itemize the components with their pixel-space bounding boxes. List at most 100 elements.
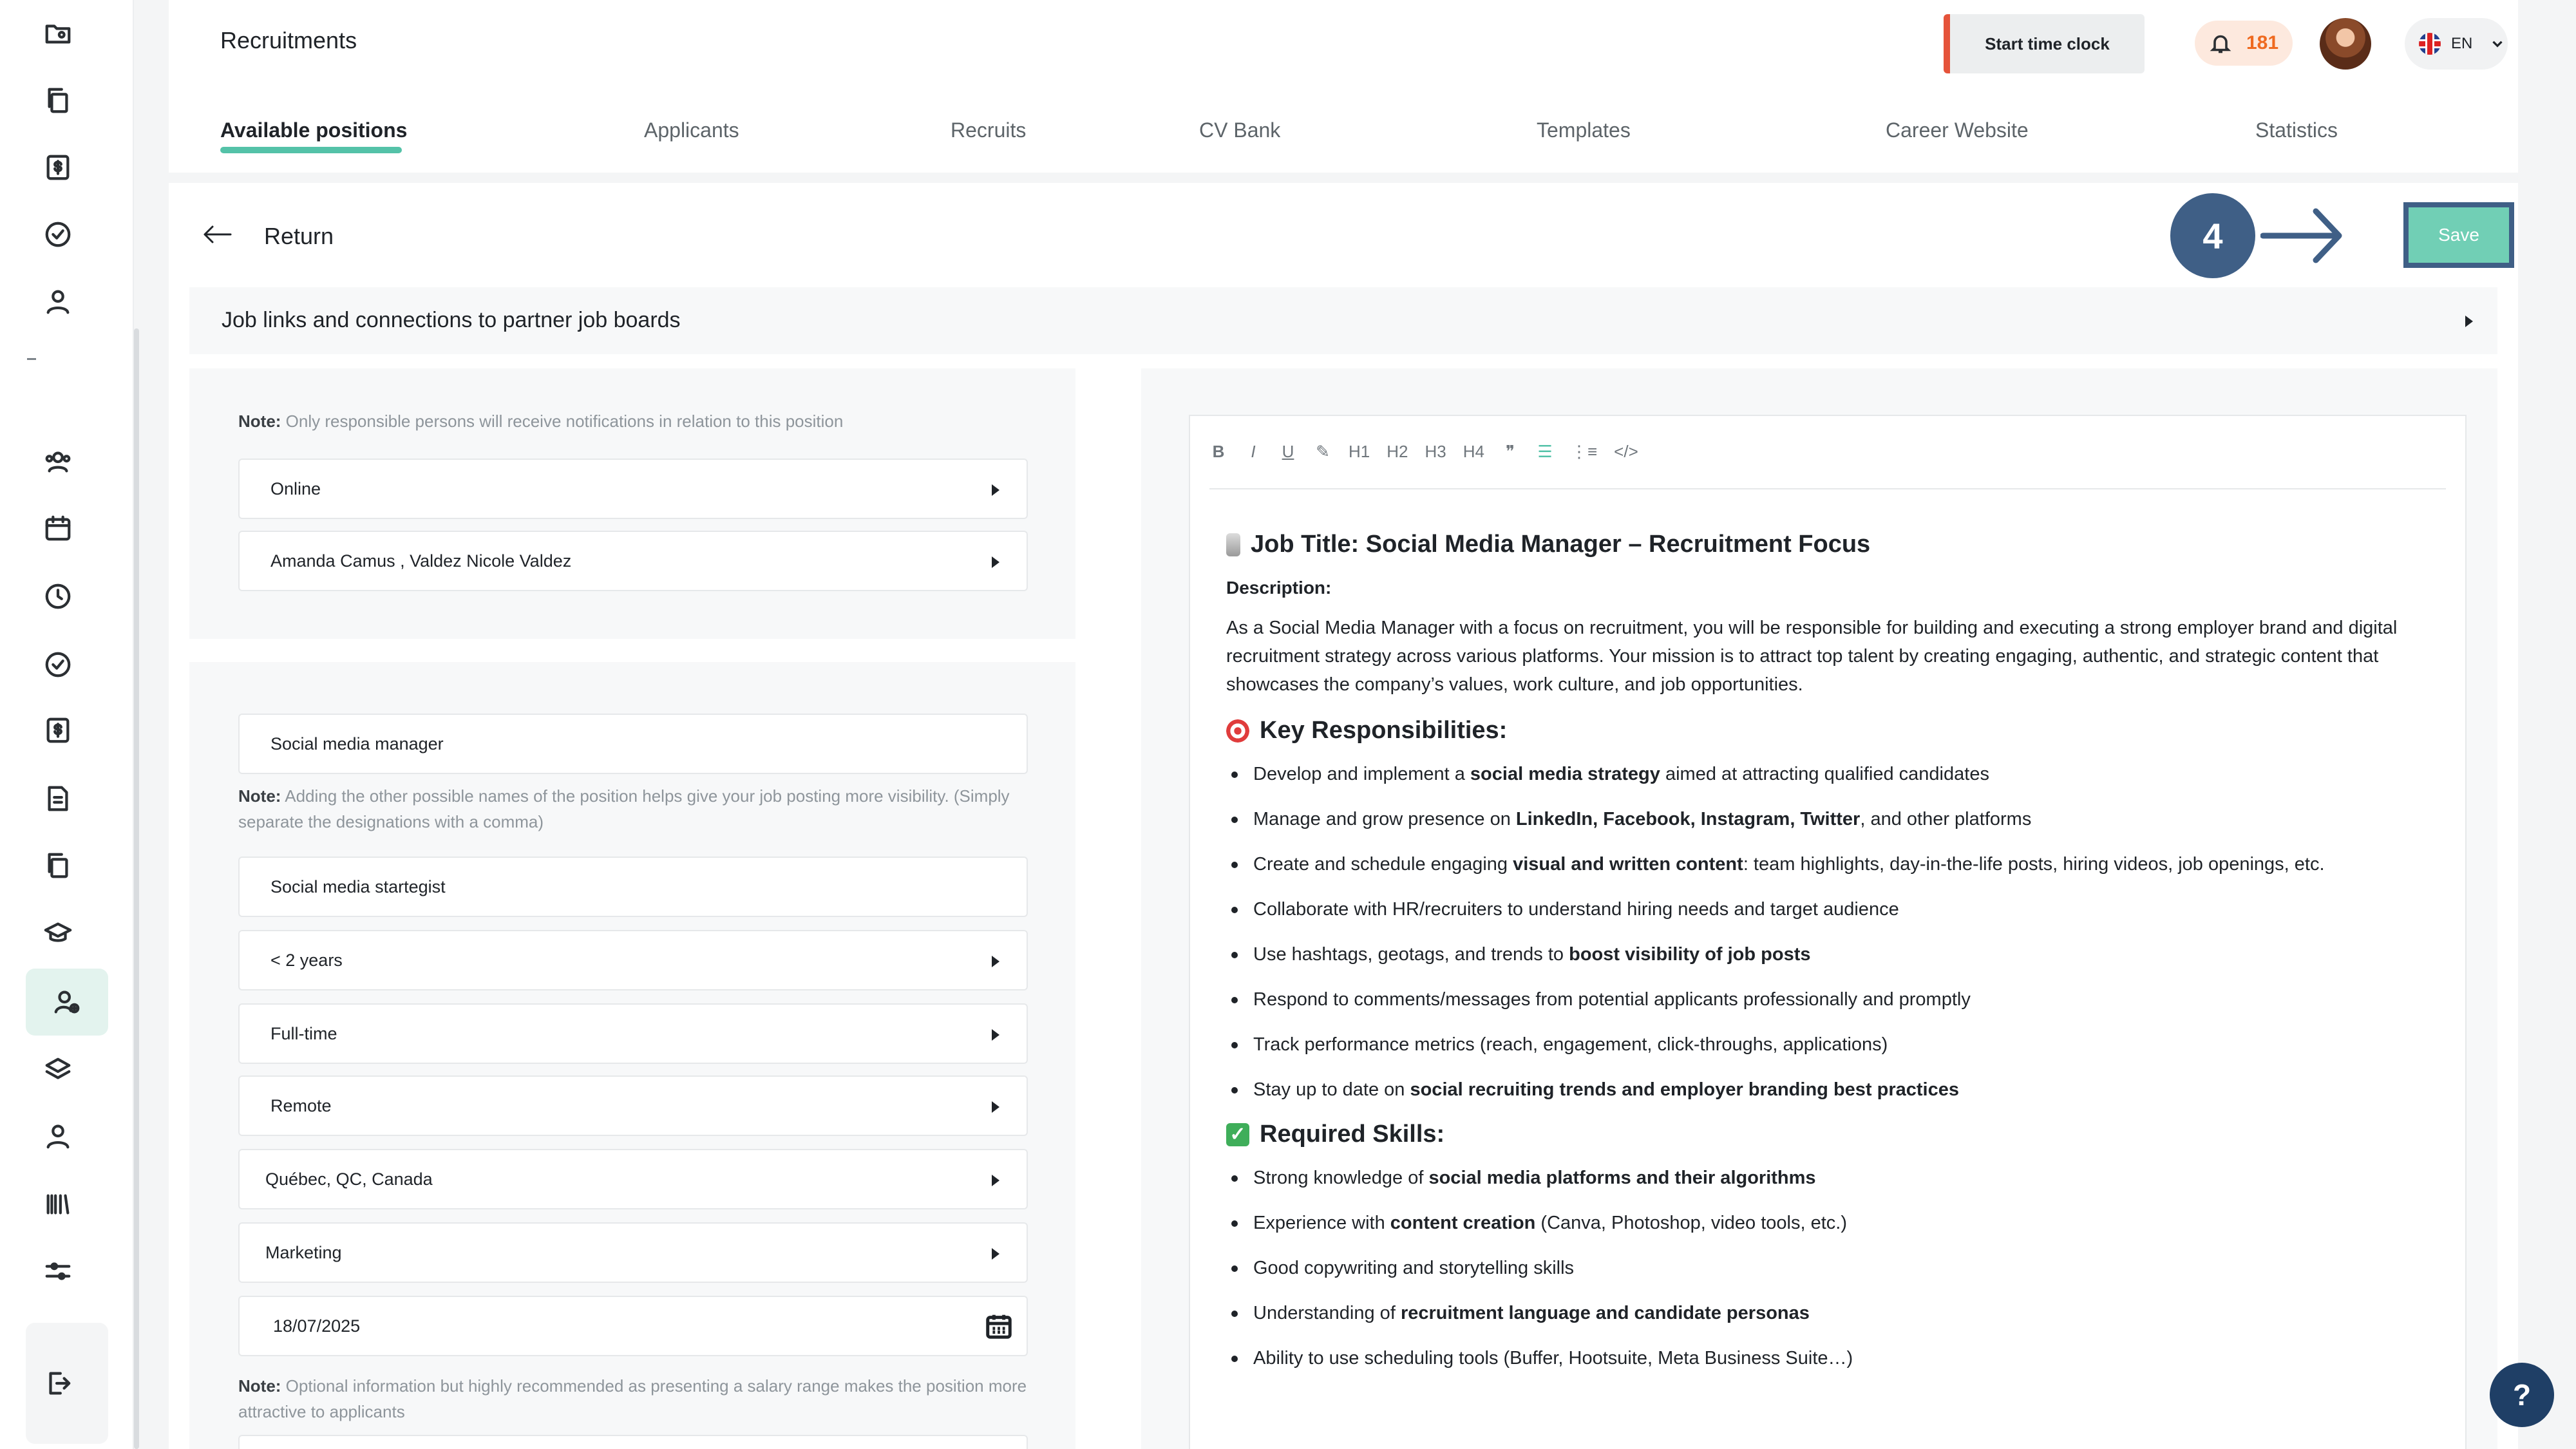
item-bold: social media platforms and their algorit… [1428,1168,1816,1188]
h1-button[interactable]: H1 [1349,442,1370,462]
h3-button[interactable]: H3 [1425,442,1446,462]
tab-cv-bank[interactable]: CV Bank [1199,118,1280,142]
bold-button[interactable]: B [1209,442,1227,462]
underline-button[interactable]: U [1279,442,1297,462]
arrow-left-icon[interactable] [201,222,233,247]
item-text: Use hashtags, geotags, and trends to [1253,944,1569,965]
highlight-button[interactable]: ✎ [1314,442,1332,462]
report-icon[interactable] [35,775,81,822]
list-item: Understanding of recruitment language an… [1226,1299,2437,1327]
folder-user-icon[interactable] [35,10,81,57]
list-item: Create and schedule engaging visual and … [1226,850,2437,878]
recruitment-icon[interactable] [26,969,108,1036]
caret-right-icon [992,1029,999,1041]
item-bold: LinkedIn, Facebook, Instagram, Twitter [1515,809,1861,829]
h4-button[interactable]: H4 [1463,442,1484,462]
start-time-clock-button[interactable]: Start time clock [1944,14,2145,73]
approval-icon[interactable] [35,641,81,688]
notifications-count: 181 [2246,32,2279,53]
step-arrow-icon [2260,208,2342,263]
tab-applicants[interactable]: Applicants [644,118,739,142]
list-item: Manage and grow presence on LinkedIn, Fa… [1226,805,2437,833]
language-selector[interactable]: EN [2405,18,2508,70]
list-item: Develop and implement a social media str… [1226,760,2437,788]
date-input[interactable]: 18/07/2025 [238,1296,1028,1356]
notifications-button[interactable]: 181 [2195,21,2293,66]
location-value: Québec, QC, Canada [265,1169,433,1189]
chevron-down-icon [2492,41,2503,48]
sidebar-scrollbar[interactable] [134,328,139,1449]
calendar-icon[interactable] [35,505,81,551]
item-bold: boost visibility of job posts [1569,944,1811,965]
rich-text-editor[interactable]: B I U ✎ H1 H2 H3 H4 ❞ ☰ ⋮≡ </> Job Title… [1189,415,2467,1449]
toolbar-divider [1209,488,2446,489]
code-button[interactable]: </> [1614,442,1638,462]
job-links-accordion[interactable]: Job links and connections to partner job… [189,287,2497,354]
item-text: Ability to use scheduling tools (Buffer,… [1253,1348,1853,1368]
expenses-icon[interactable] [35,707,81,753]
tab-templates[interactable]: Templates [1537,118,1631,142]
responsible-value: Amanda Camus , Valdez Nicole Valdez [270,551,572,571]
item-text: Understanding of [1253,1303,1401,1323]
responsible-persons-select[interactable]: Amanda Camus , Valdez Nicole Valdez [238,531,1028,591]
settings-sliders-icon[interactable] [35,1248,81,1294]
status-select[interactable]: Online [238,459,1028,519]
sidebar-divider [27,358,36,360]
item-text: Good copywriting and storytelling skills [1253,1258,1575,1278]
bullet-list-button[interactable]: ☰ [1536,442,1554,462]
salary-input[interactable] [238,1435,1028,1449]
tab-statistics[interactable]: Statistics [2255,118,2338,142]
tab-recruits[interactable]: Recruits [951,118,1026,142]
logout-icon[interactable] [35,1360,81,1406]
files-icon[interactable] [35,842,81,889]
barcode-icon[interactable] [35,1181,81,1227]
user-icon[interactable] [35,278,81,325]
bell-icon [2210,35,2231,53]
location-select[interactable]: Québec, QC, Canada [238,1149,1028,1209]
department-select[interactable]: Marketing [238,1222,1028,1283]
experience-select[interactable]: < 2 years [238,930,1028,990]
item-text: , and other platforms [1860,809,2032,829]
italic-button[interactable]: I [1244,442,1262,462]
quote-button[interactable]: ❞ [1501,442,1519,462]
active-tab-indicator [220,147,402,153]
note-text: Only responsible persons will receive no… [285,412,844,431]
team-icon[interactable] [35,438,81,484]
position-title-input[interactable]: Social media manager [238,714,1028,774]
ordered-list-button[interactable]: ⋮≡ [1571,442,1597,462]
alt-names-input[interactable]: Social media startegist [238,857,1028,917]
save-button[interactable]: Save [2403,202,2514,268]
scroll-icon [1226,533,1240,556]
h2-button[interactable]: H2 [1387,442,1408,462]
status-value: Online [270,478,321,498]
salary-note: Note: Optional information but highly re… [238,1373,1030,1425]
page-title: Recruitments [220,27,357,53]
payroll-icon[interactable] [35,144,81,191]
documents-icon[interactable] [35,77,81,124]
date-value: 18/07/2025 [273,1316,361,1336]
profile-icon[interactable] [35,1113,81,1159]
check-circle-icon[interactable] [35,211,81,258]
position-details-card: Social media manager Note: Adding the ot… [189,662,1075,1449]
calendar-icon[interactable] [984,1311,1014,1341]
item-text: Strong knowledge of [1253,1168,1429,1188]
layers-icon[interactable] [35,1047,81,1094]
caret-right-icon [992,1101,999,1113]
skills-list: Strong knowledge of social media platfor… [1226,1164,2437,1372]
salary-note-text: Optional information but highly recommen… [238,1376,1027,1421]
caret-right-icon [992,556,999,568]
tab-available-positions[interactable]: Available positions [220,118,407,142]
work-mode-select[interactable]: Remote [238,1075,1028,1136]
employment-type-select[interactable]: Full-time [238,1003,1028,1064]
item-text: : team highlights, day-in-the-life posts… [1743,854,2325,875]
help-button[interactable]: ? [2490,1363,2554,1427]
item-text: Experience with [1253,1213,1390,1233]
return-link[interactable]: Return [264,223,334,250]
list-item: Track performance metrics (reach, engage… [1226,1030,2437,1059]
training-icon[interactable] [35,911,81,957]
alt-names-note: Note: Adding the other possible names of… [238,783,1030,835]
note-label: Note: [238,786,281,806]
avatar[interactable] [2320,18,2371,70]
tab-career-website[interactable]: Career Website [1886,118,2029,142]
clock-icon[interactable] [35,573,81,620]
